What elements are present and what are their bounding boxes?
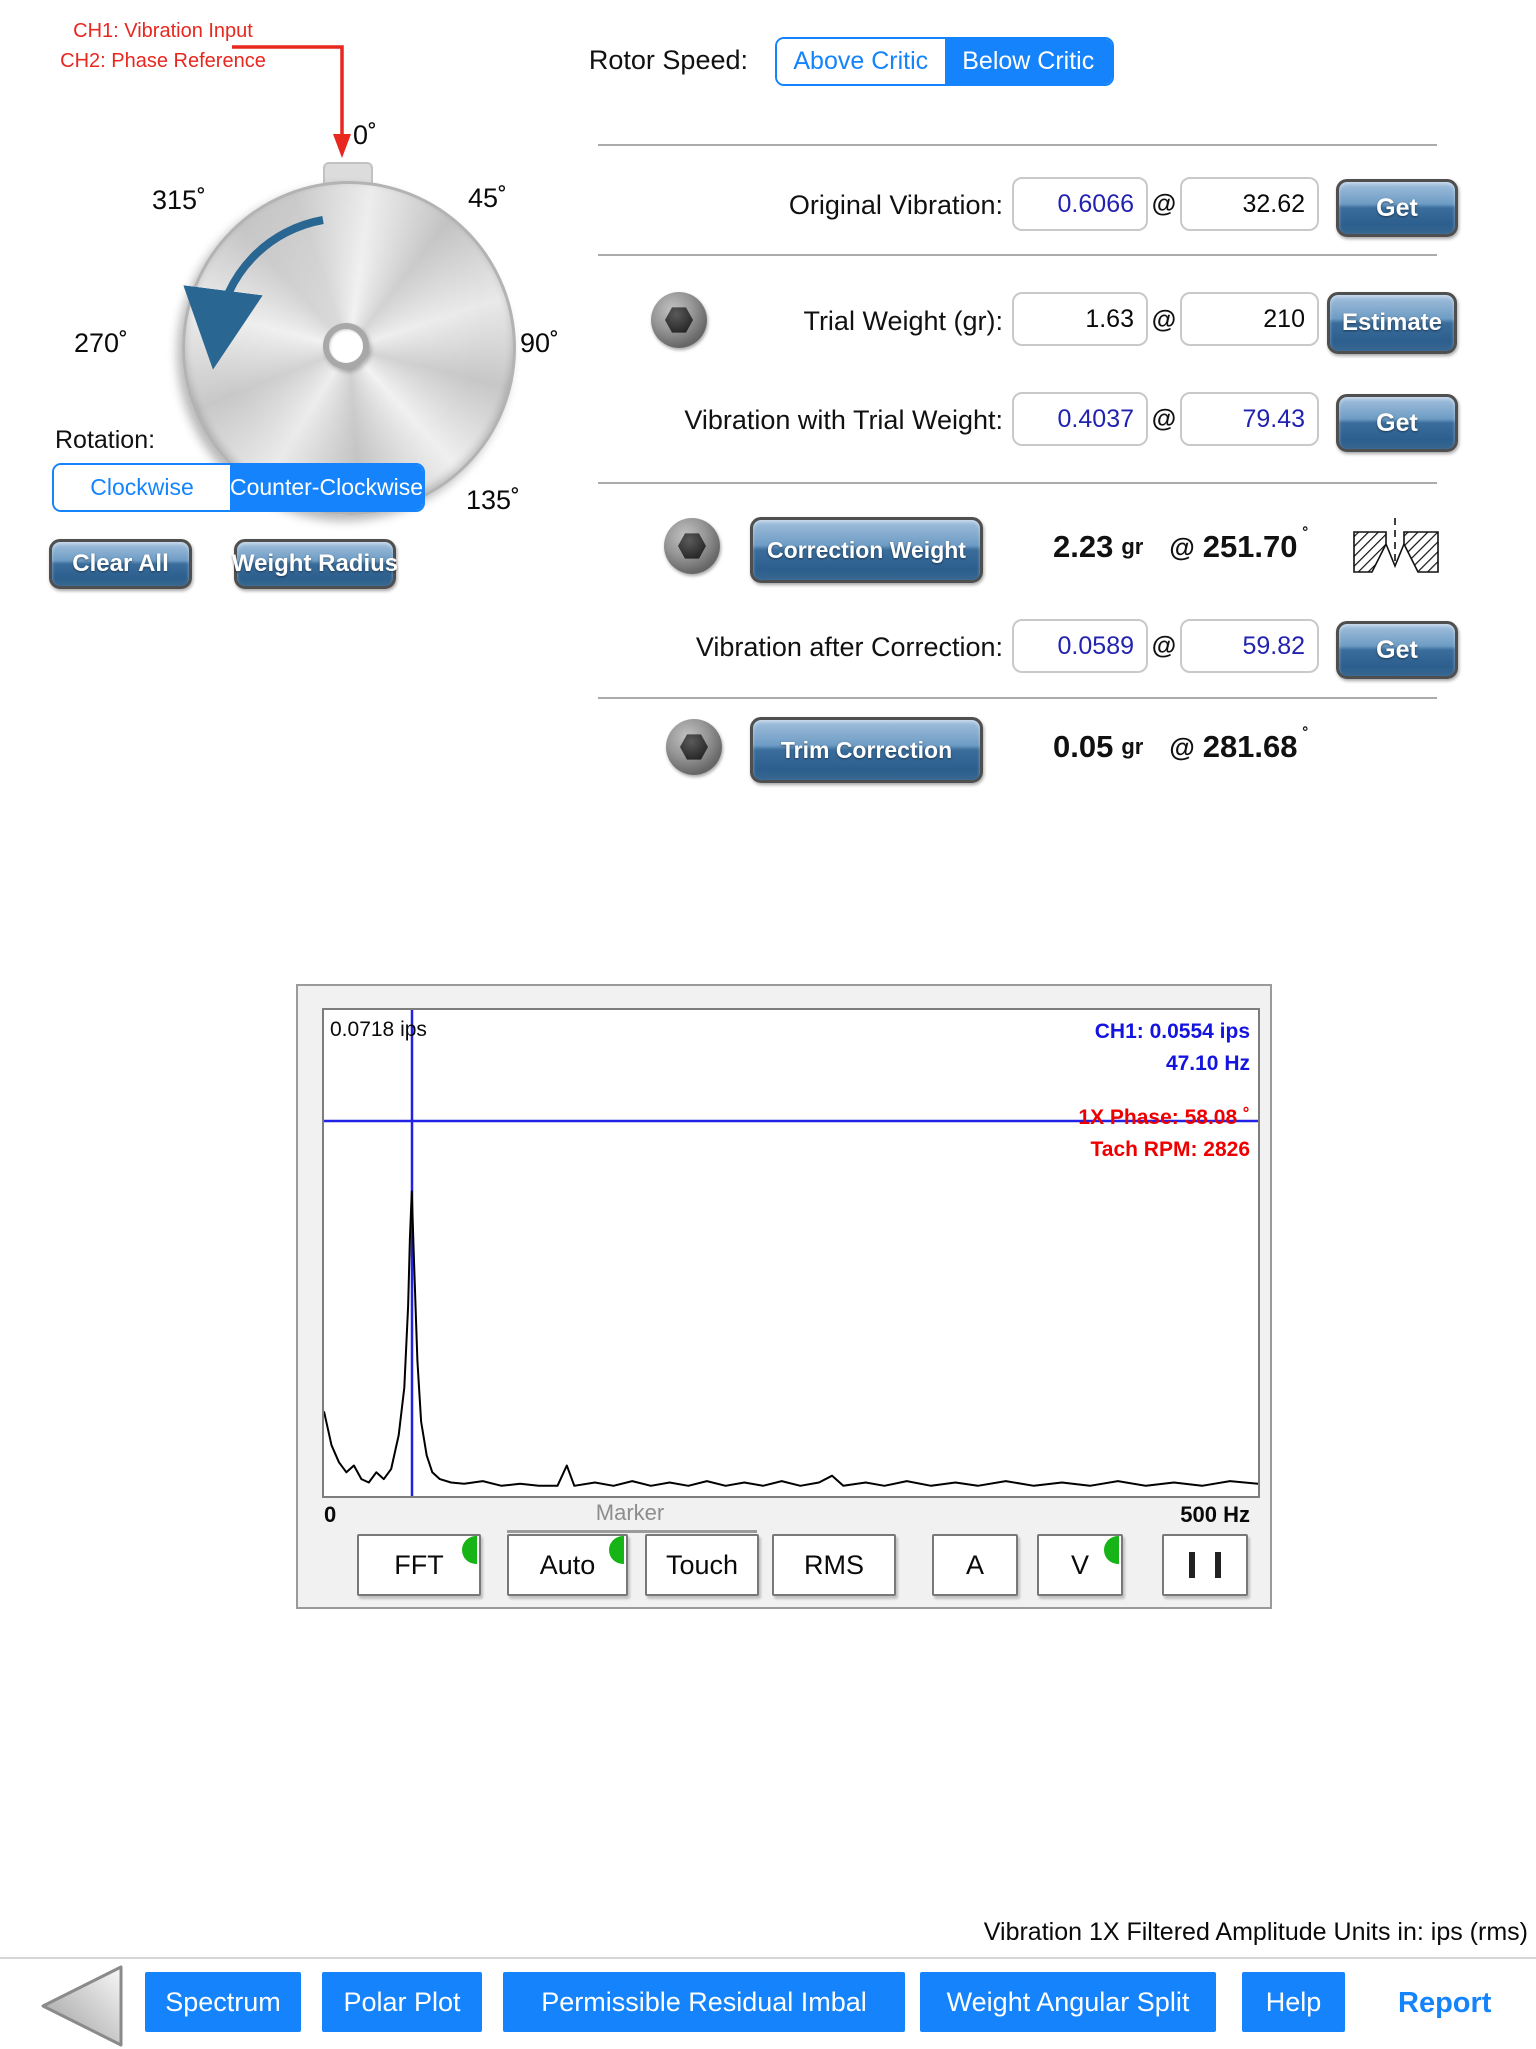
trial-weight-estimate-button[interactable]: Estimate (1327, 292, 1457, 354)
spectrum-plot-area[interactable]: 0.0718 ips CH1: 0.0554 ips 47.10 Hz 1X P… (322, 1008, 1260, 1498)
vibration-trial-get-button[interactable]: Get (1336, 394, 1458, 452)
trim-correction-angle: 281.68 (1202, 729, 1298, 764)
at-sign: @ (1151, 632, 1177, 660)
ch1-frequency-readout: 47.10 Hz (1165, 1052, 1250, 1075)
at-sign: @ (1169, 731, 1195, 762)
green-led-icon (609, 1536, 624, 1564)
correction-weight-angle: 251.70 (1202, 529, 1298, 564)
correction-weight-unit: gr (1121, 534, 1144, 559)
correction-weight-result: 2.23 gr @ 251.70 ˚ (1053, 521, 1309, 573)
trial-weight-amplitude-field[interactable]: 1.63 (1012, 292, 1148, 346)
toolbar-divider (0, 1957, 1536, 1959)
fft-button[interactable]: FFT (357, 1534, 481, 1596)
trim-correction-unit: gr (1121, 734, 1144, 759)
toolbar-item-report[interactable]: Report (1398, 1987, 1491, 2020)
section-divider (598, 482, 1437, 484)
pause-button[interactable] (1162, 1534, 1248, 1596)
original-vibration-amplitude-field[interactable]: 0.6066 (1012, 177, 1148, 231)
at-sign: @ (1169, 531, 1195, 562)
rms-button-label: RMS (804, 1549, 864, 1580)
degree-label-135: 135˚ (466, 485, 521, 515)
rotor-speed-segmented-control: Above Critic Below Critic (775, 37, 1114, 86)
original-vibration-label: Original Vibration: (788, 190, 1003, 220)
vibration-after-correction-label: Vibration after Correction: (695, 632, 1003, 662)
toolbar-item-permissible-residual-imbal[interactable]: Permissible Residual Imbal (503, 1972, 905, 2032)
marker-underline (507, 1530, 757, 1533)
fft-button-label: FFT (394, 1549, 444, 1580)
degree-label-270: 270˚ (74, 328, 129, 358)
vibration-trial-weight-label: Vibration with Trial Weight: (684, 405, 1003, 435)
trim-correction-button[interactable]: Trim Correction (750, 717, 983, 783)
trim-correction-result: 0.05 gr @ 281.68 ˚ (1053, 721, 1309, 773)
degree-symbol: ˚ (1302, 526, 1309, 547)
spectrum-chart (323, 1010, 1259, 1496)
rms-button[interactable]: RMS (772, 1534, 896, 1596)
auto-button[interactable]: Auto (507, 1534, 628, 1596)
rotation-option-clockwise[interactable]: Clockwise (54, 465, 230, 510)
degree-symbol: ˚ (1302, 726, 1309, 747)
section-divider (598, 144, 1437, 146)
weight-radius-button[interactable]: Weight Radius (232, 539, 398, 589)
at-sign: @ (1151, 405, 1177, 433)
rotor-speed-label: Rotor Speed: (588, 45, 748, 75)
a-units-button-label: A (965, 1549, 984, 1580)
vibration-after-amplitude-field[interactable]: 0.0589 (1012, 619, 1148, 673)
toolbar-item-help[interactable]: Help (1242, 1972, 1345, 2032)
trial-weight-label: Trial Weight (gr): (803, 306, 1003, 336)
toolbar-item-spectrum[interactable]: Spectrum (145, 1972, 301, 2032)
degree-label-45: 45˚ (468, 183, 508, 213)
vibration-after-phase-field[interactable]: 59.82 (1180, 619, 1319, 673)
x-axis-min-label: 0 (324, 1502, 337, 1527)
correction-weight-value: 2.23 (1053, 529, 1114, 564)
touch-button[interactable]: Touch (645, 1534, 759, 1596)
section-divider (598, 254, 1437, 256)
clear-all-button[interactable]: Clear All (49, 539, 192, 589)
v-units-button[interactable]: V (1037, 1534, 1123, 1596)
rotation-label: Rotation: (55, 426, 156, 454)
vibration-trial-phase-field[interactable]: 79.43 (1180, 392, 1319, 446)
section-divider (598, 697, 1437, 699)
back-button[interactable] (35, 1963, 131, 2049)
vibration-after-get-button[interactable]: Get (1336, 621, 1458, 679)
units-note: Vibration 1X Filtered Amplitude Units in… (983, 1918, 1528, 1946)
full-scale-label: 0.0718 ips (330, 1018, 427, 1041)
green-led-icon (1104, 1536, 1119, 1564)
degree-label-315: 315˚ (152, 185, 207, 215)
original-vibration-phase-field[interactable]: 32.62 (1180, 177, 1319, 231)
rotation-segmented-control: Clockwise Counter-Clockwise (52, 463, 425, 512)
disk-center-hole (323, 323, 369, 369)
phase-readout: 1X Phase: 58.08 ˚ (1078, 1106, 1250, 1129)
drill-hole-icon (1353, 518, 1439, 573)
a-units-button[interactable]: A (932, 1534, 1018, 1596)
spectrum-trace (323, 1190, 1259, 1487)
spectrum-panel: 0.0718 ips CH1: 0.0554 ips 47.10 Hz 1X P… (296, 984, 1272, 1609)
degree-label-0: 0˚ (353, 120, 378, 150)
rotor-speed-option-above[interactable]: Above Critic (777, 39, 945, 84)
toolbar-item-polar-plot[interactable]: Polar Plot (322, 1972, 482, 2032)
x-axis-max-label: 500 Hz (1180, 1502, 1250, 1527)
ch1-amplitude-readout: CH1: 0.0554 ips (1094, 1020, 1250, 1043)
correction-weight-button[interactable]: Correction Weight (750, 517, 983, 583)
tach-rpm-readout: Tach RPM: 2826 (1090, 1138, 1251, 1161)
toolbar-item-weight-angular-split[interactable]: Weight Angular Split (920, 1972, 1216, 2032)
at-sign: @ (1151, 190, 1177, 218)
v-units-button-label: V (1070, 1549, 1089, 1580)
weight-nut-icon (666, 719, 722, 775)
marker-label: Marker (595, 1500, 665, 1525)
weight-nut-icon (664, 518, 720, 574)
at-sign: @ (1151, 306, 1177, 334)
pause-icon (1189, 1552, 1221, 1578)
vibration-trial-amplitude-field[interactable]: 0.4037 (1012, 392, 1148, 446)
green-led-icon (462, 1536, 477, 1564)
touch-button-label: Touch (665, 1549, 739, 1580)
auto-button-label: Auto (539, 1549, 596, 1580)
trial-weight-phase-field[interactable]: 210 (1180, 292, 1319, 346)
trim-correction-value: 0.05 (1053, 729, 1114, 764)
original-vibration-get-button[interactable]: Get (1336, 179, 1458, 237)
rotation-option-counter-clockwise[interactable]: Counter-Clockwise (229, 465, 423, 510)
rotor-speed-option-below[interactable]: Below Critic (944, 39, 1112, 84)
